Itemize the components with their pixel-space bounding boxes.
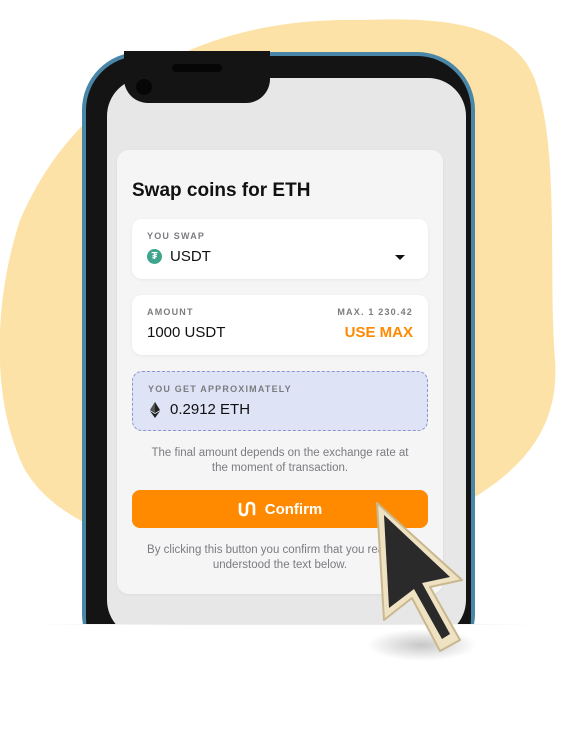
estimated-amount: 0.2912 ETH (170, 401, 251, 418)
you-swap-select[interactable]: YOU SWAP ₮ USDT (132, 219, 428, 279)
selected-token: USDT (170, 248, 211, 265)
use-max-button[interactable]: USE MAX (345, 324, 413, 341)
brand-logo-icon (238, 501, 256, 517)
ethereum-icon (150, 402, 160, 418)
mouse-pointer-icon (367, 502, 477, 661)
front-camera (136, 79, 152, 95)
speaker-grille (172, 64, 222, 72)
swap-title: Swap coins for ETH (132, 180, 311, 201)
caret-down-icon[interactable] (395, 255, 405, 260)
you-swap-label: YOU SWAP (147, 231, 206, 241)
amount-label: AMOUNT (147, 307, 194, 317)
exchange-rate-note: The final amount depends on the exchange… (151, 447, 409, 474)
you-get-label: YOU GET APPROXIMATELY (148, 384, 292, 394)
max-balance-label: MAX. 1 230.42 (337, 307, 413, 317)
phone-notch (124, 51, 270, 103)
bottom-fade (0, 624, 570, 732)
estimate-field: YOU GET APPROXIMATELY 0.2912 ETH (132, 371, 428, 431)
tether-icon: ₮ (147, 249, 162, 264)
amount-input[interactable]: 1000 USDT (147, 324, 225, 341)
amount-field[interactable]: AMOUNT MAX. 1 230.42 1000 USDT USE MAX (132, 295, 428, 355)
confirm-label: Confirm (264, 500, 323, 518)
